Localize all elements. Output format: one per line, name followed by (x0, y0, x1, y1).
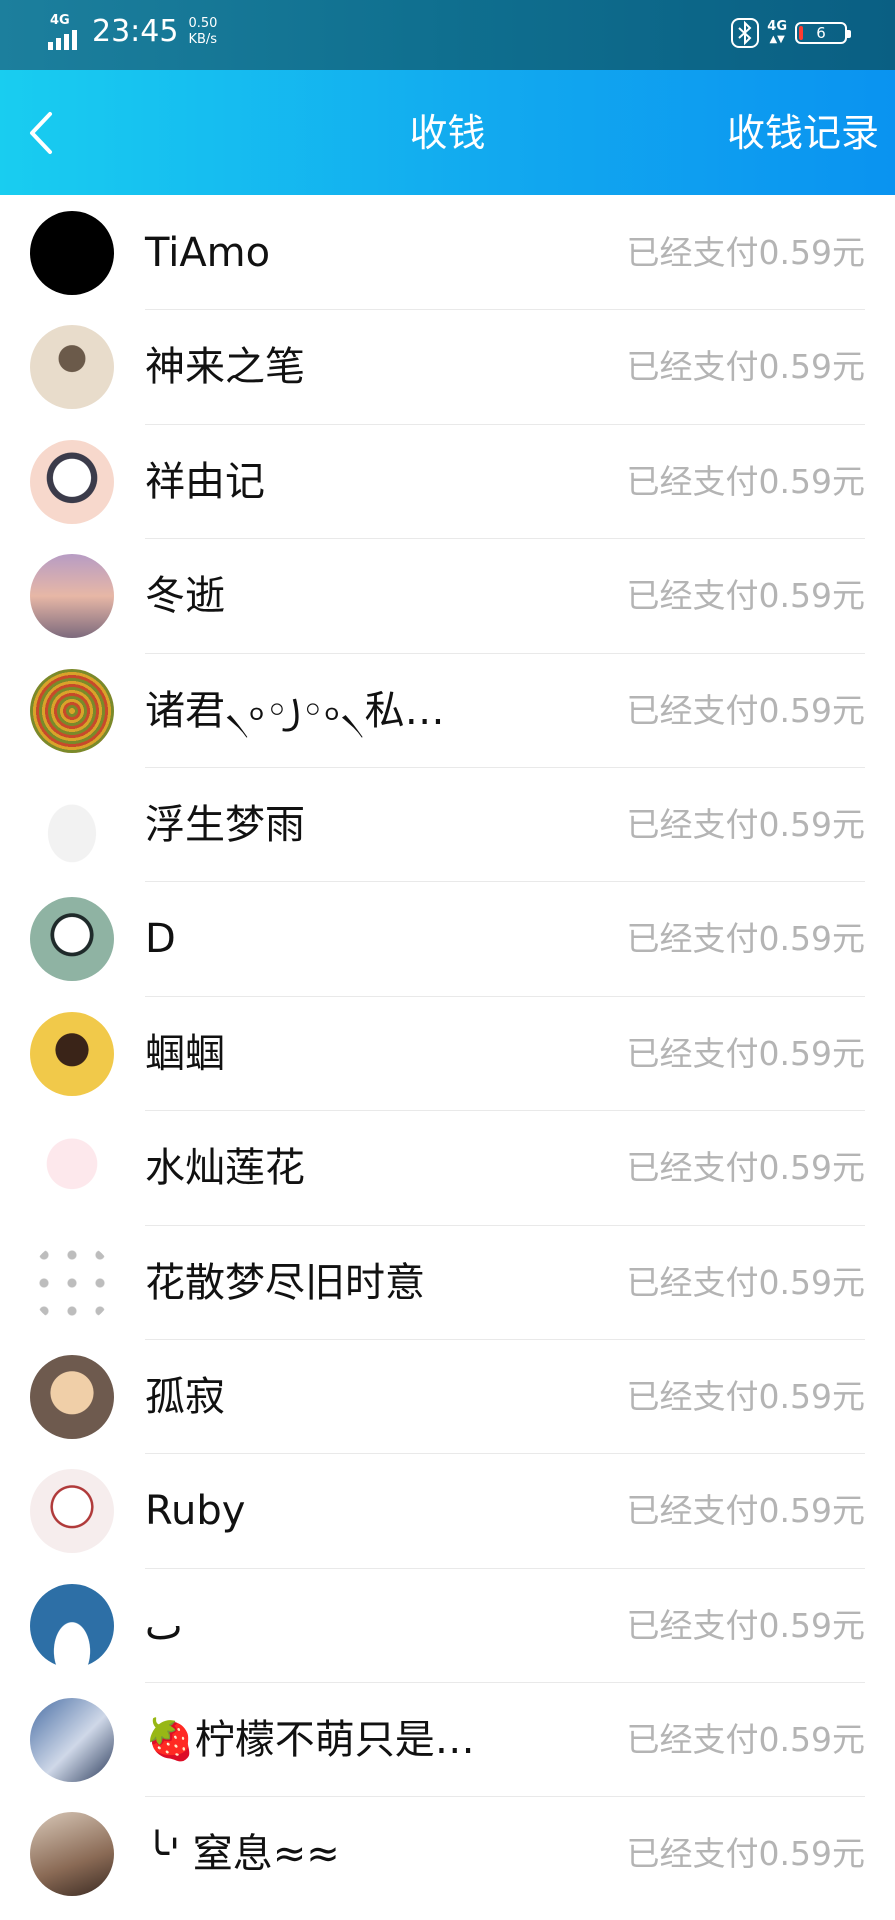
avatar (30, 897, 114, 982)
payer-name: 花散梦尽旧时意 (145, 1259, 425, 1306)
list-item[interactable]: ╰' 窒息≈≈ 已经支付0.59元 (0, 1797, 895, 1911)
list-item[interactable]: TiAmo 已经支付0.59元 (0, 196, 895, 311)
list-item[interactable]: 蝈蝈 已经支付0.59元 (0, 997, 895, 1112)
signal-icon: 4G (48, 14, 82, 50)
payment-status: 已经支付0.59元 (626, 576, 865, 616)
payer-name: 孤寂 (145, 1373, 225, 1420)
avatar (30, 439, 114, 524)
avatar (30, 1240, 114, 1325)
payment-status: 已经支付0.59元 (626, 804, 865, 844)
avatar (30, 1354, 114, 1439)
list-item[interactable]: 孤寂 已经支付0.59元 (0, 1340, 895, 1455)
payment-status: 已经支付0.59元 (626, 919, 865, 959)
list-item[interactable]: 诸君৲৹◦꠸◦৹৲私… 已经支付0.59元 (0, 654, 895, 768)
payment-status: 已经支付0.59元 (626, 1491, 865, 1531)
payer-name: 蝈蝈 (145, 1030, 225, 1077)
avatar (30, 1126, 114, 1211)
payment-records-button[interactable]: 收钱记录 (727, 108, 879, 158)
payment-status: 已经支付0.59元 (626, 233, 865, 272)
payer-name: 冬逝 (145, 573, 225, 620)
list-item[interactable]: 冬逝 已经支付0.59元 (0, 539, 895, 654)
avatar (30, 1812, 114, 1897)
list-item[interactable]: 水灿莲花 已经支付0.59元 (0, 1111, 895, 1226)
list-item[interactable]: D 已经支付0.59元 (0, 882, 895, 997)
payer-name: ╰' 窒息≈≈ (145, 1831, 340, 1878)
clock: 23:45 (92, 14, 179, 49)
payer-name: 🍓柠檬不萌只是… (145, 1717, 475, 1764)
network-speed: 0.50 KB/s (188, 16, 218, 47)
avatar (30, 668, 114, 753)
payer-name: D (145, 916, 176, 963)
avatar (30, 1469, 114, 1554)
payment-status: 已经支付0.59元 (626, 461, 865, 501)
network-4g-icon: 4G ▲▼ (767, 19, 787, 45)
avatar (30, 1698, 114, 1783)
payer-name: 诸君৲৹◦꠸◦৹৲私… (145, 687, 445, 734)
avatar (30, 554, 114, 639)
payment-status: 已经支付0.59元 (626, 1605, 865, 1645)
avatar (30, 782, 114, 867)
payer-name: Ruby (145, 1488, 246, 1535)
list-item[interactable]: 祥由记 已经支付0.59元 (0, 425, 895, 540)
payer-name: 祥由记 (145, 458, 265, 505)
list-item[interactable]: 🍓柠檬不萌只是… 已经支付0.59元 (0, 1683, 895, 1798)
avatar (30, 211, 114, 295)
payment-status: 已经支付0.59元 (626, 1033, 865, 1073)
payment-list: TiAmo 已经支付0.59元 神来之笔 已经支付0.59元 祥由记 已经支付0… (0, 196, 895, 1912)
list-item[interactable]: ٮ 已经支付0.59元 (0, 1569, 895, 1684)
list-item[interactable]: 浮生梦雨 已经支付0.59元 (0, 768, 895, 883)
payer-name: 浮生梦雨 (145, 801, 305, 848)
payment-status: 已经支付0.59元 (626, 347, 865, 387)
battery-icon: 6 (795, 22, 851, 44)
list-item[interactable]: 神来之笔 已经支付0.59元 (0, 310, 895, 425)
payment-status: 已经支付0.59元 (626, 1148, 865, 1188)
avatar (30, 325, 114, 410)
payer-name: 神来之笔 (145, 344, 305, 391)
payment-status: 已经支付0.59元 (626, 1834, 865, 1874)
payment-status: 已经支付0.59元 (626, 1376, 865, 1416)
payment-status: 已经支付0.59元 (626, 1720, 865, 1760)
payer-name: 水灿莲花 (145, 1145, 305, 1192)
list-item[interactable]: 花散梦尽旧时意 已经支付0.59元 (0, 1226, 895, 1340)
payment-status: 已经支付0.59元 (626, 1262, 865, 1302)
payer-name: ٮ (145, 1602, 183, 1649)
payment-status: 已经支付0.59元 (626, 690, 865, 730)
avatar (30, 1011, 114, 1096)
status-bar: 4G 23:45 0.50 KB/s 4G ▲▼ 6 (0, 0, 895, 70)
app-header: 收钱 收钱记录 (0, 70, 895, 195)
avatar (30, 1583, 114, 1668)
payer-name: TiAmo (145, 230, 271, 276)
bluetooth-icon (731, 18, 760, 48)
list-item[interactable]: Ruby 已经支付0.59元 (0, 1454, 895, 1569)
